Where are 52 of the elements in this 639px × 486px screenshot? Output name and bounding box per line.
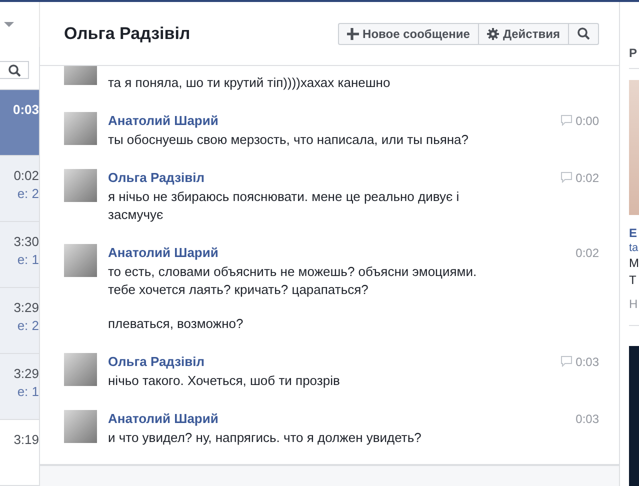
settings-icon [486, 28, 499, 40]
conversation-item[interactable]: 3:29 e: 2 [0, 288, 39, 354]
conversation-item[interactable]: 0:02 e: 2 [0, 156, 39, 222]
message-text: та я поняла, шо ти крутий тіп))))хахах канешно [108, 74, 392, 92]
action-button[interactable]: Новое сообщение [338, 24, 478, 44]
conversation-item[interactable]: 3:29 e: 1 [0, 354, 39, 420]
conversation-snippet: e: 1 [16, 252, 39, 267]
message-time: 0:03 [576, 412, 599, 426]
conversation-item[interactable]: 0:03 [0, 90, 39, 156]
message-text: то есть, словами объяснить не можешь? объясни эмоциями. тебе хочется лаять? кричать? царапаться? [108, 263, 478, 299]
conversation-time: 3:29 [12, 300, 39, 315]
message-time: 0:00 [576, 114, 599, 128]
action-button[interactable]: Действия [478, 24, 568, 44]
avatar-photo-placeholder [64, 169, 97, 202]
plus-icon [346, 28, 359, 40]
conversation-snippet: e: 2 [16, 318, 39, 333]
author-name[interactable]: Анатолий Шарий [108, 245, 218, 260]
author-name[interactable]: Ольга Радзівіл [108, 354, 205, 369]
ad-title[interactable]: E [629, 225, 639, 241]
ad-text: M [629, 255, 639, 272]
search-icon [577, 27, 590, 40]
search-icon [8, 64, 20, 77]
author-name[interactable]: Ольга Радзівіл [108, 170, 205, 185]
conversation-time: 0:02 [12, 168, 39, 183]
avatar-photo-placeholder [64, 112, 97, 145]
panel-heading: P [629, 46, 639, 69]
message-time: 0:02 [576, 246, 599, 260]
ad-text: T [629, 272, 638, 289]
avatar-photo-placeholder [64, 353, 97, 386]
message-text: и что увидел? ну, напрягись. что я должен увидеть? [108, 429, 422, 447]
conversation-time: 0:03 [12, 102, 39, 117]
conversation-item[interactable]: 3:30 e: 1 [0, 222, 39, 288]
message-text: нічьо такого. Хочеться, шоб ти прозрів [108, 372, 341, 390]
conversation-time: 3:29 [12, 366, 39, 381]
avatar-photo-placeholder [64, 244, 97, 277]
conversation-title: Ольга Радзівіл [64, 24, 190, 44]
conversation-time: 3:30 [12, 234, 39, 249]
conversation-time: 3:19 [12, 432, 39, 447]
ad-meta: H [629, 297, 639, 311]
message-text: плеваться, возможно? [108, 315, 244, 333]
message-text: ты обоснуешь свою мерзость, что написала, или ты пьяна? [108, 131, 470, 149]
caret-icon [4, 22, 14, 28]
message-time: 0:03 [576, 354, 599, 368]
message-text: я нічьо не збираюсь пояснювати. мене це реально дивує і засмучує [108, 188, 460, 224]
search-field[interactable] [0, 61, 29, 79]
author-name[interactable]: Анатолий Шарий [108, 113, 218, 128]
ad-link[interactable]: ta [629, 241, 639, 255]
message-time: 0:02 [576, 170, 599, 184]
conversation-snippet: e: 1 [16, 384, 39, 399]
conversation-snippet: e: 2 [16, 186, 39, 201]
author-name[interactable]: Анатолий Шарий [108, 411, 218, 426]
avatar-photo-placeholder [64, 410, 97, 443]
